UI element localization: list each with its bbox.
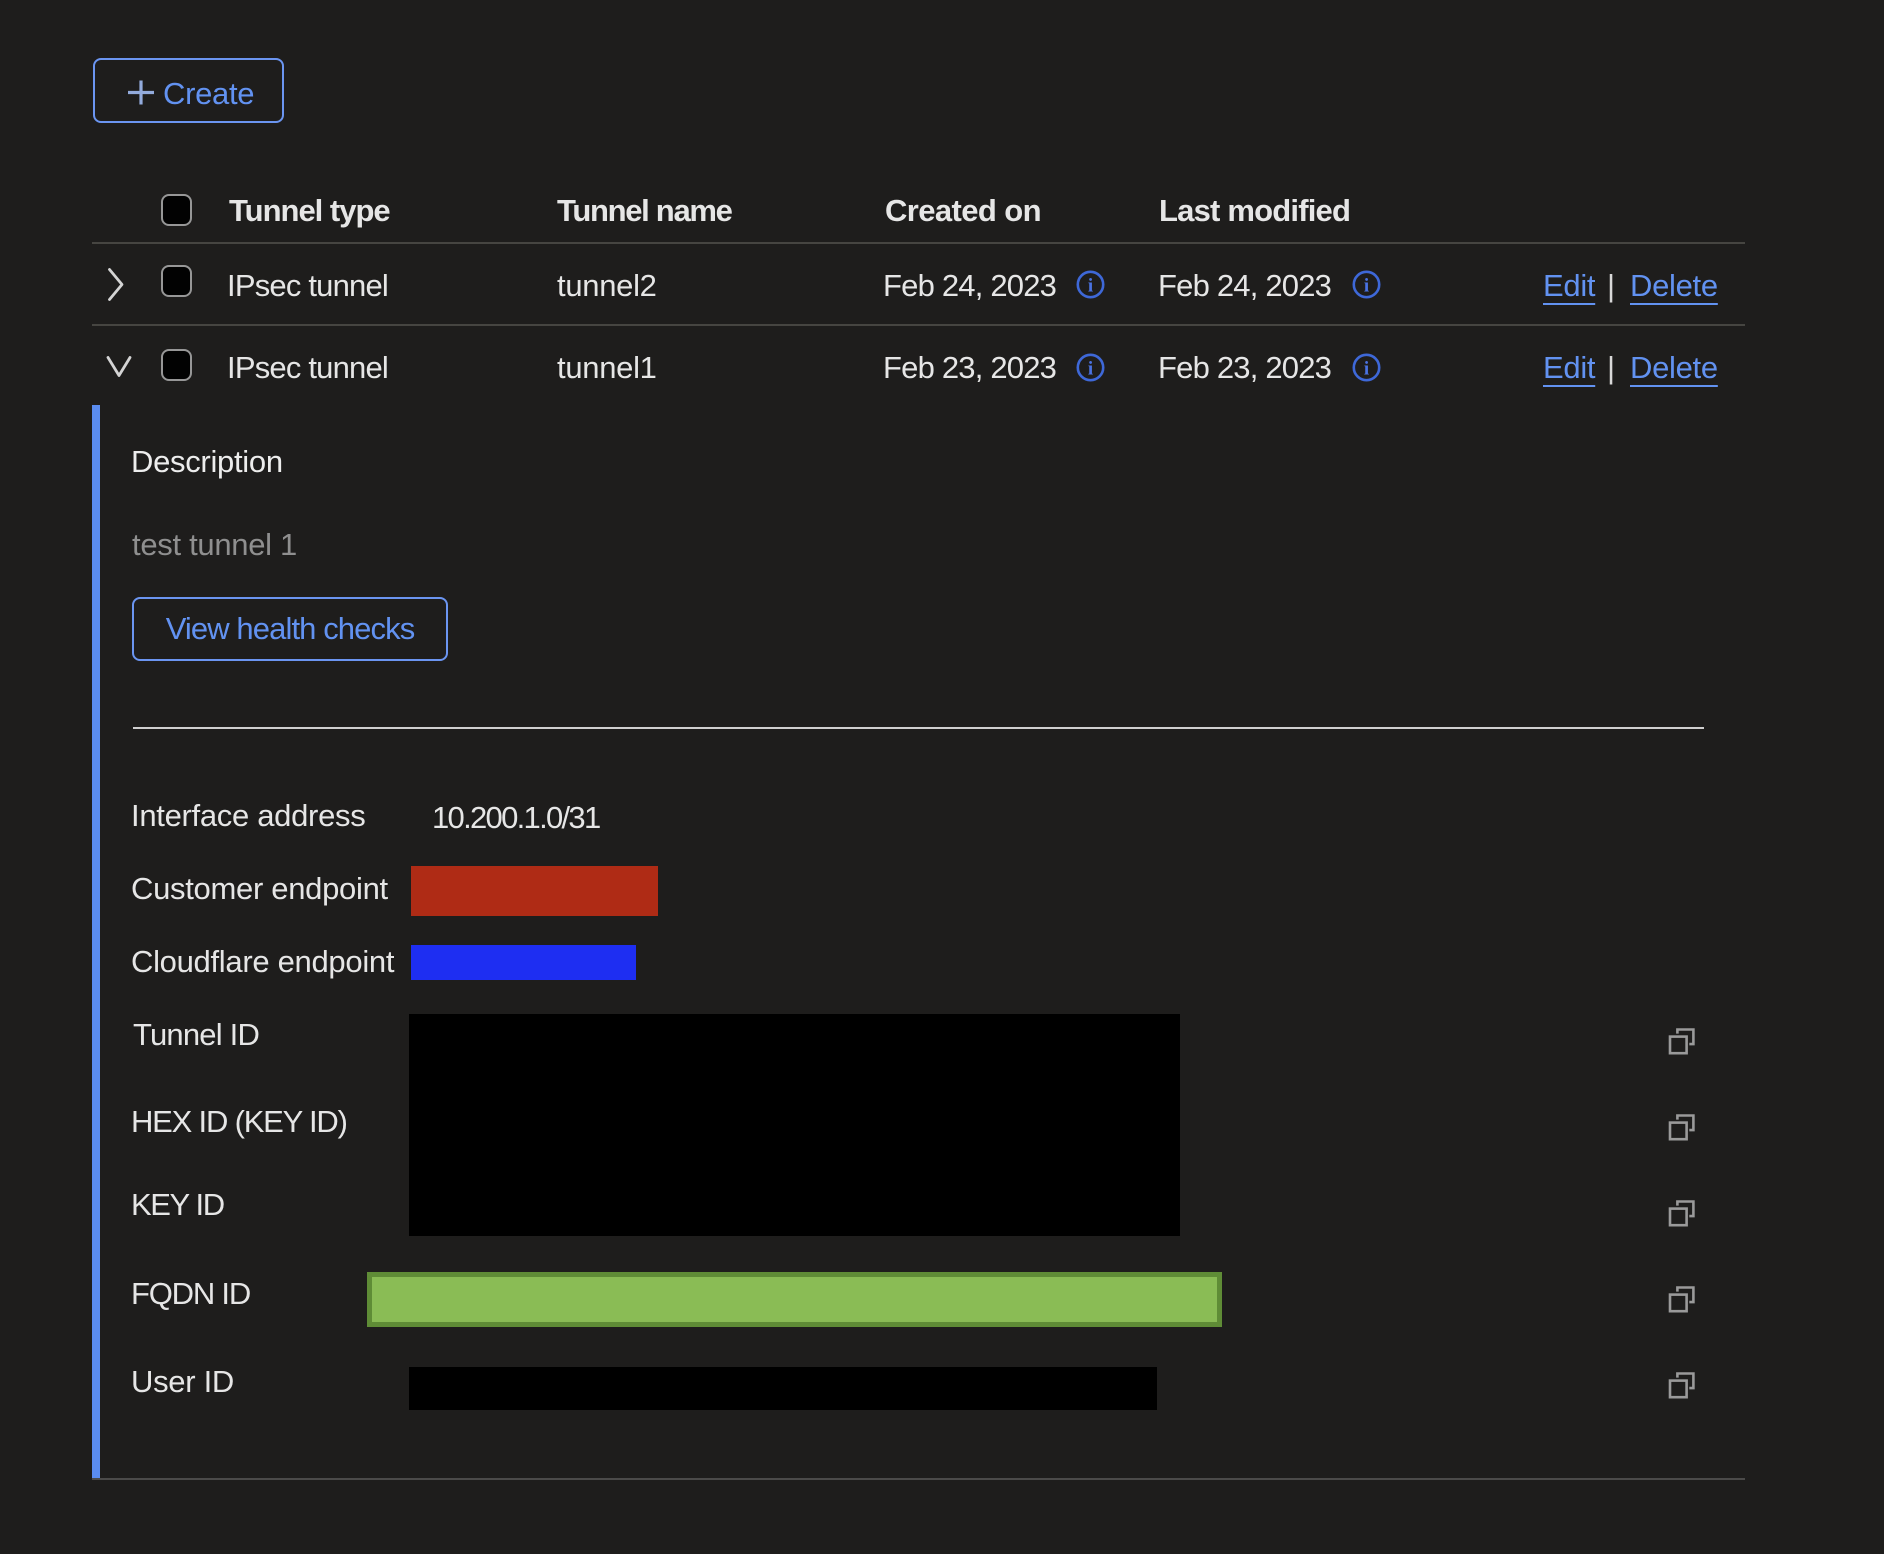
svg-text:i: i <box>1088 359 1093 380</box>
svg-text:i: i <box>1364 359 1369 380</box>
svg-text:i: i <box>1088 276 1093 297</box>
svg-text:i: i <box>1364 276 1369 297</box>
